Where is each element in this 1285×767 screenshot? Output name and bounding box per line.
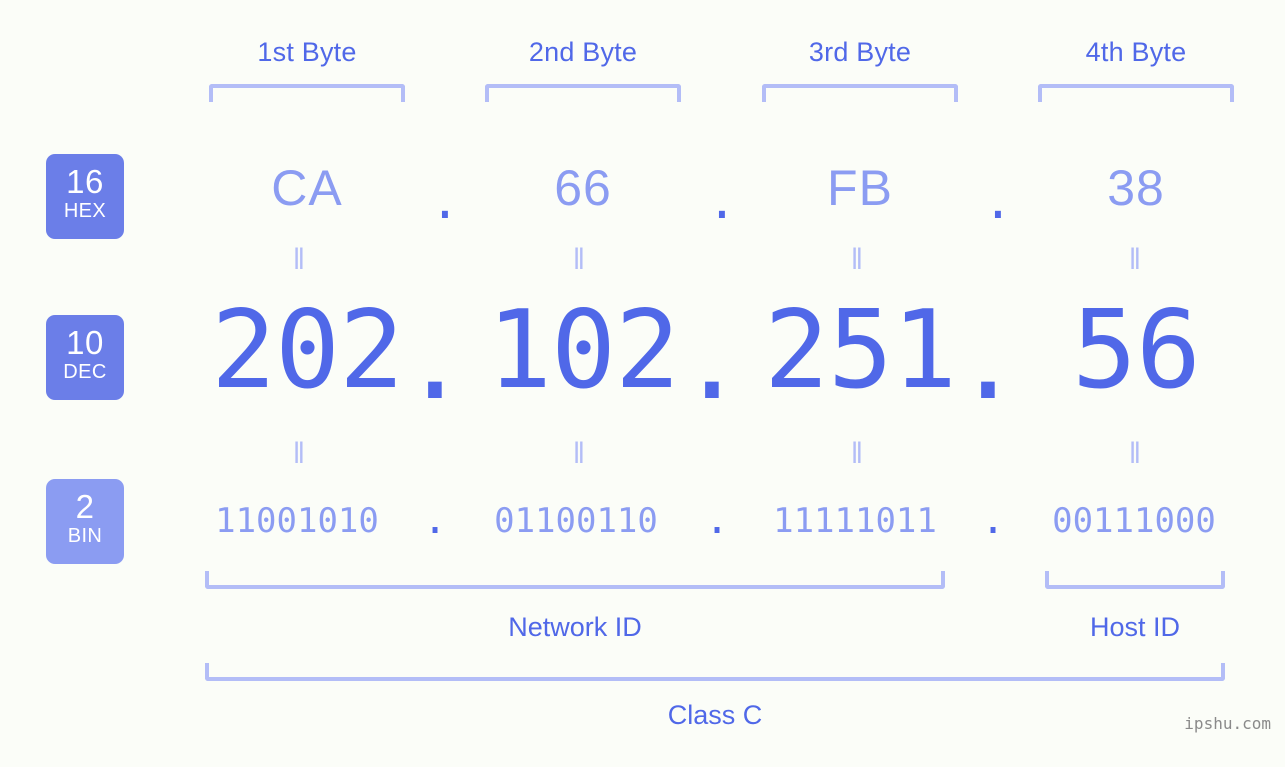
bin-separator-1: .	[422, 497, 448, 543]
bin-octet-2: 01100110	[494, 501, 658, 541]
bin-octet-4: 00111000	[1052, 501, 1216, 541]
dec-octet-3: 251	[763, 288, 957, 413]
equals-marker-hex-dec-3: ‖	[850, 243, 866, 276]
host-id-bracket	[1045, 571, 1225, 589]
byte-header-2: 2nd Byte	[528, 37, 638, 67]
equals-marker-dec-bin-1: ‖	[292, 437, 308, 470]
byte-header-4: 4th Byte	[1085, 37, 1187, 67]
equals-marker-hex-dec-4: ‖	[1128, 243, 1144, 276]
equals-marker-hex-dec-1: ‖	[292, 243, 308, 276]
dec-separator-2: .	[678, 296, 746, 424]
dec-octet-2: 102	[486, 288, 680, 413]
byte-bracket-1	[209, 84, 405, 102]
site-watermark: ipshu.com	[1184, 714, 1271, 733]
hex-octet-2: 66	[554, 160, 612, 216]
equals-marker-dec-bin-4: ‖	[1128, 437, 1144, 470]
radix-badge-hex-number: 16	[66, 163, 104, 200]
network-id-bracket	[205, 571, 945, 589]
equals-marker-dec-bin-2: ‖	[572, 437, 588, 470]
radix-badge-bin-number: 2	[75, 488, 95, 525]
host-id-label: Host ID	[1089, 612, 1181, 642]
network-id-label: Network ID	[508, 612, 642, 642]
radix-badge-hex-abbr: HEX	[63, 200, 107, 222]
bin-separator-2: .	[704, 497, 730, 543]
hex-separator-3: .	[983, 174, 1013, 230]
bin-octet-3: 11111011	[773, 501, 937, 541]
dec-separator-1: .	[401, 296, 469, 424]
byte-bracket-4	[1038, 84, 1234, 102]
hex-octet-1: CA	[271, 160, 343, 216]
equals-marker-dec-bin-3: ‖	[850, 437, 866, 470]
ip-breakdown-diagram: 1st Byte 2nd Byte 3rd Byte 4th Byte 16 H…	[0, 0, 1285, 767]
dec-separator-3: .	[954, 296, 1022, 424]
hex-separator-1: .	[430, 174, 460, 230]
byte-bracket-2	[485, 84, 681, 102]
byte-header-1: 1st Byte	[257, 37, 357, 67]
class-label: Class C	[667, 700, 763, 730]
radix-badge-hex: 16 HEX	[46, 154, 124, 239]
hex-octet-3: FB	[827, 160, 893, 216]
radix-badge-dec-abbr: DEC	[63, 361, 107, 383]
dec-octet-4: 56	[1071, 288, 1201, 413]
byte-bracket-3	[762, 84, 958, 102]
bin-separator-3: .	[980, 497, 1006, 543]
radix-badge-dec-number: 10	[66, 324, 104, 361]
radix-badge-bin-abbr: BIN	[67, 525, 103, 547]
dec-octet-1: 202	[210, 288, 404, 413]
byte-header-3: 3rd Byte	[808, 37, 912, 67]
radix-badge-bin: 2 BIN	[46, 479, 124, 564]
bin-octet-1: 11001010	[215, 501, 379, 541]
equals-marker-hex-dec-2: ‖	[572, 243, 588, 276]
hex-separator-2: .	[707, 174, 737, 230]
hex-octet-4: 38	[1107, 160, 1165, 216]
radix-badge-dec: 10 DEC	[46, 315, 124, 400]
class-bracket	[205, 663, 1225, 681]
